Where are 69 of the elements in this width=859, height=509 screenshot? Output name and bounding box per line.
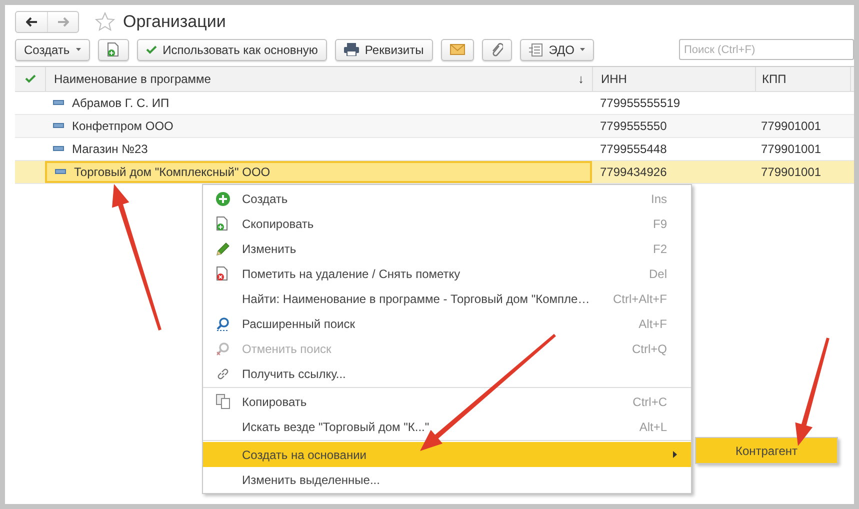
document-exchange-icon	[528, 42, 543, 56]
plus-icon	[216, 192, 230, 206]
shortcut-label: Del	[648, 266, 667, 282]
shortcut-label: F9	[652, 216, 667, 232]
table-cell-text: Торговый дом "Комплексный" ООО	[74, 164, 270, 180]
check-icon	[24, 74, 36, 83]
arrow-right-icon	[57, 16, 69, 27]
menu-item[interactable]: Расширенный поиск Alt+F	[203, 311, 691, 336]
pencil-icon	[216, 242, 230, 256]
search-icon	[216, 316, 230, 330]
table-cell-text: Конфетпром ООО	[72, 118, 174, 134]
table-cell-text: 7799555448	[600, 140, 667, 158]
sort-indicator[interactable]: ↓	[578, 70, 584, 88]
printer-icon	[344, 43, 359, 56]
menu-item[interactable]: Искать везде "Торговый дом "К..." Alt+L	[203, 414, 691, 439]
caret-icon	[580, 48, 586, 51]
toolbar-button[interactable]: Реквизиты	[334, 38, 433, 60]
paperclip-icon	[490, 42, 503, 56]
toolbar-button[interactable]	[482, 38, 512, 60]
table-cell-text: Абрамов Г. С. ИП	[72, 94, 170, 112]
table-cell-text: 7799434926	[600, 164, 667, 180]
menu-item[interactable]: Изменить F2	[203, 236, 691, 261]
menu-item[interactable]: Создать Ins	[203, 186, 691, 211]
item-icon	[55, 169, 66, 174]
shortcut-label: F2	[652, 240, 667, 258]
caret-icon	[76, 48, 81, 51]
column-header[interactable]: Наименование в программе	[54, 70, 578, 88]
dropdown-button[interactable]: ЭДО	[520, 38, 594, 60]
favorite-star-icon[interactable]	[95, 12, 115, 32]
window-title: Организации	[123, 11, 226, 33]
menu-item[interactable]: Скопировать F9	[203, 211, 691, 236]
item-icon	[53, 123, 64, 128]
copy-icon	[216, 394, 230, 409]
menu-item[interactable]: Найти: Наименование в программе - Торговый дом "Компле… Ctrl+Alt+F	[203, 286, 691, 311]
shortcut-label: Ins	[650, 190, 667, 208]
column-header[interactable]: КПП	[762, 70, 850, 88]
menu-item[interactable]: Копировать Ctrl+C	[203, 389, 691, 414]
toolbar-button[interactable]	[98, 38, 129, 60]
copy-icon	[106, 42, 120, 57]
table-cell-text: 7799555550	[600, 118, 667, 134]
column-header[interactable]: ИНН	[601, 70, 755, 88]
menu-item[interactable]: Контрагент	[696, 438, 837, 463]
toolbar-button[interactable]	[440, 38, 474, 60]
menu-item[interactable]: Создать на основании	[203, 442, 691, 467]
copy-icon	[216, 216, 229, 231]
table-cell-text: 779955555519	[600, 94, 680, 112]
check-icon	[146, 45, 157, 54]
shortcut-label: Ctrl+Alt+F	[612, 290, 667, 308]
item-icon	[53, 100, 64, 105]
shortcut-label: Ctrl+C	[632, 394, 667, 410]
dropdown-button[interactable]: Создать	[15, 38, 90, 60]
link-icon	[216, 366, 230, 380]
shortcut-label: Ctrl+Q	[632, 340, 667, 358]
menu-item[interactable]: Получить ссылку...	[203, 361, 691, 386]
table-cell-text: 779901001	[761, 118, 822, 134]
menu-item[interactable]: Изменить выделенные...	[203, 467, 691, 492]
table-cell-text: 779901001	[761, 140, 822, 158]
table-cell-text: Магазин №23	[72, 140, 148, 158]
item-icon	[53, 146, 64, 151]
table-cell-text: 779901001	[761, 164, 822, 180]
search-cancel-icon	[216, 342, 230, 356]
envelope-icon	[450, 44, 465, 55]
delete-document-icon	[216, 266, 229, 281]
search-field[interactable]: Поиск (Ctrl+F)	[679, 39, 854, 60]
arrow-left-icon	[26, 16, 38, 27]
shortcut-label: Alt+F	[638, 316, 667, 332]
toolbar-button[interactable]: Использовать как основную	[136, 38, 327, 60]
shortcut-label: Alt+L	[639, 418, 667, 436]
menu-item[interactable]: Пометить на удаление / Снять пометку Del	[203, 261, 691, 286]
